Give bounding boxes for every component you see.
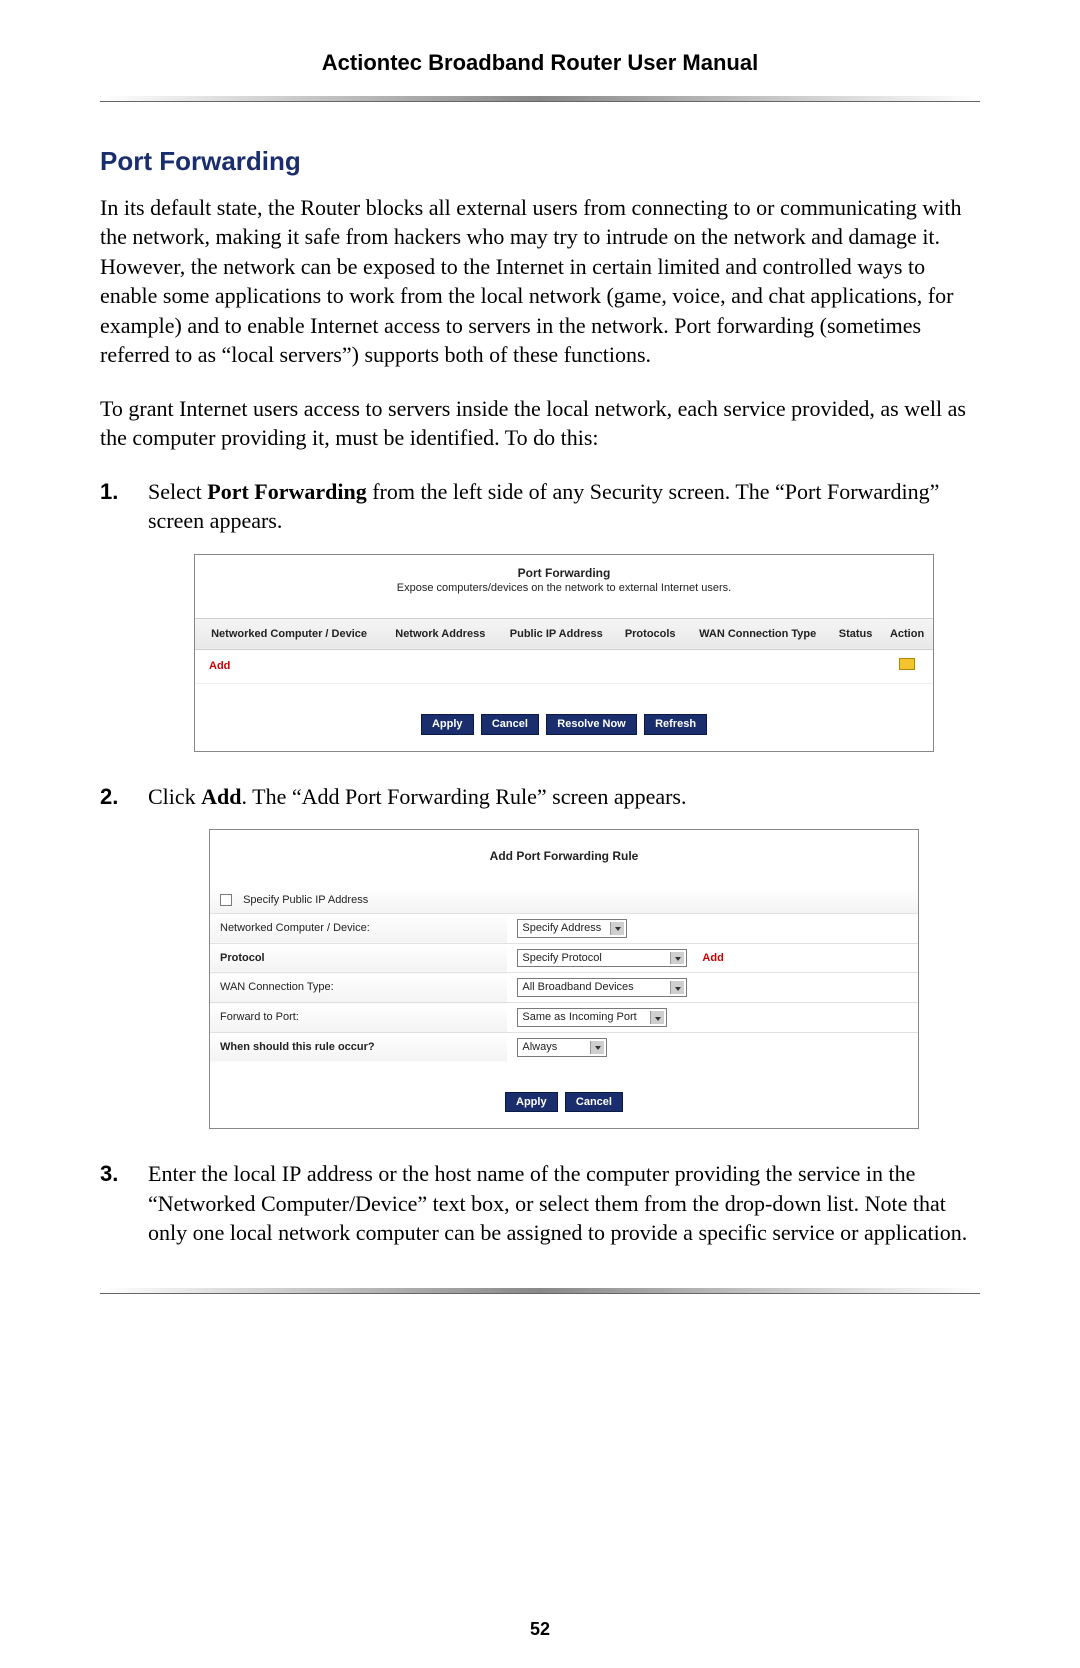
- step-3: 3. Enter the local IP address or the hos…: [100, 1159, 980, 1247]
- step-3-ip: IP: [282, 1161, 302, 1186]
- step-1: 1. Select Port Forwarding from the left …: [100, 477, 980, 752]
- panel2-title: Add Port Forwarding Rule: [210, 830, 918, 888]
- footer-divider: [100, 1288, 980, 1294]
- port-forwarding-table: Networked Computer / Device Network Addr…: [195, 618, 933, 684]
- step-1-bold: Port Forwarding: [207, 479, 366, 504]
- protocol-add-link[interactable]: Add: [696, 952, 723, 964]
- protocol-label: Protocol: [220, 952, 265, 964]
- port-forwarding-panel: Port Forwarding Expose computers/devices…: [194, 554, 934, 752]
- col-protocols: Protocols: [615, 618, 685, 650]
- step-3-text-pre: Enter the local: [148, 1161, 282, 1186]
- panel1-subtitle: Expose computers/devices on the network …: [195, 581, 933, 618]
- apply-button-2[interactable]: Apply: [505, 1092, 558, 1113]
- when-rule-select[interactable]: Always: [517, 1038, 607, 1057]
- col-status: Status: [830, 618, 881, 650]
- panel1-title: Port Forwarding: [195, 555, 933, 581]
- when-rule-label: When should this rule occur?: [220, 1041, 375, 1053]
- forward-port-label: Forward to Port:: [210, 1003, 507, 1033]
- specify-public-ip-label: Specify Public IP Address: [243, 894, 368, 906]
- forward-port-select[interactable]: Same as Incoming Port: [517, 1008, 667, 1027]
- page-number: 52: [0, 1619, 1080, 1640]
- wan-type-label: WAN Connection Type:: [210, 973, 507, 1003]
- panel1-buttons: Apply Cancel Resolve Now Refresh: [195, 684, 933, 751]
- add-link[interactable]: Add: [203, 660, 230, 672]
- col-wan-type: WAN Connection Type: [685, 618, 830, 650]
- panel2-buttons: Apply Cancel: [210, 1062, 918, 1129]
- add-rule-panel: Add Port Forwarding Rule Specify Public …: [209, 829, 919, 1129]
- cancel-button[interactable]: Cancel: [481, 714, 539, 735]
- resolve-now-button[interactable]: Resolve Now: [546, 714, 636, 735]
- col-action: Action: [881, 618, 933, 650]
- add-rule-form: Specify Public IP Address Networked Comp…: [210, 888, 918, 1061]
- apply-button[interactable]: Apply: [421, 714, 474, 735]
- document-header: Actiontec Broadband Router User Manual: [100, 50, 980, 96]
- networked-device-label: Networked Computer / Device:: [210, 913, 507, 943]
- action-icon[interactable]: [899, 658, 915, 670]
- col-network-address: Network Address: [383, 618, 497, 650]
- refresh-button[interactable]: Refresh: [644, 714, 707, 735]
- col-public-ip: Public IP Address: [497, 618, 615, 650]
- wan-type-select[interactable]: All Broadband Devices: [517, 978, 687, 997]
- networked-device-select[interactable]: Specify Address: [517, 919, 627, 938]
- section-heading: Port Forwarding: [100, 146, 980, 177]
- step-2-text-post: . The “Add Port Forwarding Rule” screen …: [242, 784, 687, 809]
- step-2-bold: Add: [201, 784, 241, 809]
- step-2: 2. Click Add. The “Add Port Forwarding R…: [100, 782, 980, 1130]
- intro-paragraph-2: To grant Internet users access to server…: [100, 394, 980, 453]
- specify-public-ip-checkbox[interactable]: [220, 894, 232, 906]
- step-2-text-pre: Click: [148, 784, 201, 809]
- step-1-text-pre: Select: [148, 479, 207, 504]
- cancel-button-2[interactable]: Cancel: [565, 1092, 623, 1113]
- col-networked-device: Networked Computer / Device: [195, 618, 383, 650]
- protocol-select[interactable]: Specify Protocol: [517, 949, 687, 968]
- intro-paragraph-1: In its default state, the Router blocks …: [100, 193, 980, 370]
- header-divider: [100, 96, 980, 102]
